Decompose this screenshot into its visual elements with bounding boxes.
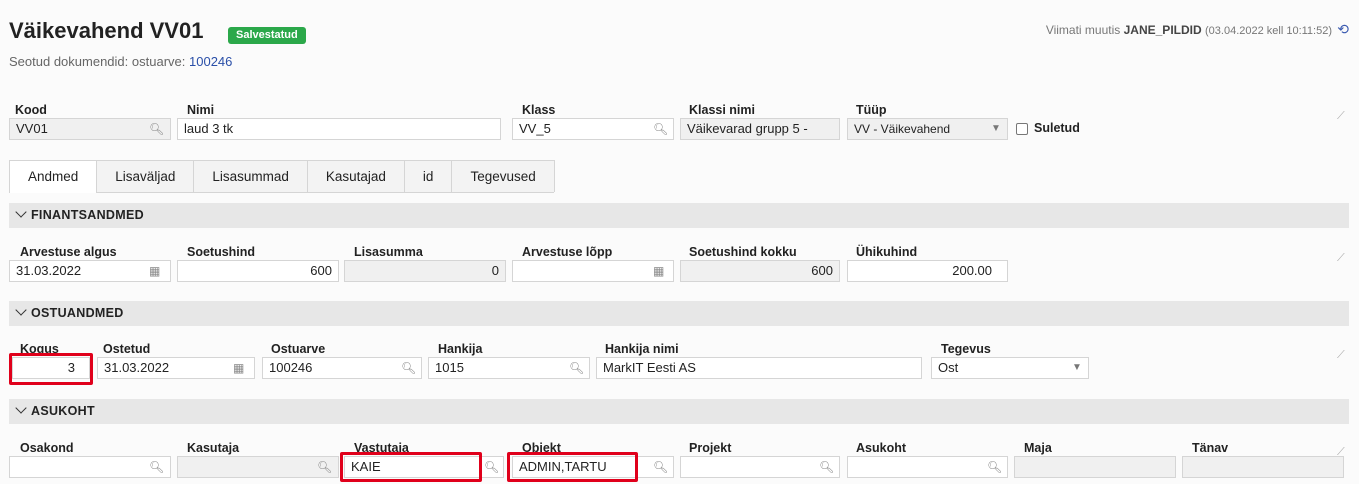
hankija-nimi-label: Hankija nimi bbox=[605, 342, 679, 356]
projekt-label: Projekt bbox=[689, 441, 732, 455]
section-ostuandmed[interactable]: OSTUANDMED bbox=[9, 301, 1349, 326]
maja-label: Maja bbox=[1024, 441, 1052, 455]
modified-prefix: Viimati muutis bbox=[1045, 23, 1121, 37]
klass-field[interactable]: VV_5 bbox=[512, 118, 674, 140]
tanav-field bbox=[1182, 456, 1344, 478]
modified-time: (03.04.2022 kell 10:11:52) bbox=[1205, 25, 1332, 37]
tab-lisavaljad[interactable]: Lisaväljad bbox=[96, 160, 195, 192]
hankija-nimi-field[interactable]: MarkIT Eesti AS bbox=[596, 357, 922, 379]
tab-id[interactable]: id bbox=[403, 160, 453, 192]
history-icon[interactable]: ⟲ bbox=[1337, 21, 1349, 38]
section-finantsandmed[interactable]: FINANTSANDMED bbox=[9, 203, 1349, 228]
kood-field[interactable]: VV01 bbox=[9, 118, 171, 140]
suletud-label: Suletud bbox=[1034, 121, 1080, 135]
objekt-highlight bbox=[507, 452, 638, 482]
hankija-label: Hankija bbox=[438, 342, 483, 356]
asukoht-field[interactable] bbox=[847, 456, 1008, 478]
calendar-icon[interactable]: ▦ bbox=[149, 261, 160, 281]
klass-label: Klass bbox=[522, 103, 556, 117]
ostetud-label: Ostetud bbox=[103, 342, 151, 356]
soetushind-kokku-label: Soetushind kokku bbox=[689, 245, 797, 259]
maja-field bbox=[1014, 456, 1176, 478]
asukoht-label: Asukoht bbox=[856, 441, 906, 455]
suletud-checkbox[interactable] bbox=[1016, 123, 1028, 135]
nimi-label: Nimi bbox=[187, 103, 215, 117]
status-badge: Salvestatud bbox=[228, 27, 306, 44]
tanav-label: Tänav bbox=[1192, 441, 1229, 455]
section-asukoht[interactable]: ASUKOHT bbox=[9, 399, 1349, 424]
linked-documents: Seotud dokumendid: ostuarve: 100246 bbox=[9, 54, 232, 69]
chevron-down-icon bbox=[15, 402, 27, 414]
dropdown-arrow-icon: ▼ bbox=[991, 123, 1001, 134]
tegevus-label: Tegevus bbox=[941, 342, 991, 356]
nimi-field[interactable]: laud 3 tk bbox=[177, 118, 501, 140]
tab-andmed[interactable]: Andmed bbox=[9, 160, 98, 193]
tab-bar: Andmed Lisaväljad Lisasummad Kasutajad i… bbox=[9, 160, 555, 193]
pin-icon[interactable]: ⟋ bbox=[1337, 110, 1345, 123]
vastutaja-highlight bbox=[340, 452, 482, 482]
ostetud-field[interactable]: 31.03.2022 bbox=[97, 357, 255, 379]
search-icon[interactable]: 🔍︎ bbox=[819, 457, 834, 477]
linked-invoice-link[interactable]: 100246 bbox=[189, 54, 232, 69]
pin-icon[interactable]: ⟋ bbox=[1337, 252, 1345, 265]
last-modified: Viimati muutis JANE_PILDID (03.04.2022 k… bbox=[1046, 23, 1332, 37]
tyyp-select[interactable]: VV - Väikevahend bbox=[847, 118, 1008, 140]
kood-label: Kood bbox=[15, 103, 47, 117]
chevron-down-icon bbox=[15, 304, 27, 316]
search-icon[interactable]: 🔍︎ bbox=[653, 457, 668, 477]
tab-lisasummad[interactable]: Lisasummad bbox=[193, 160, 308, 192]
calendar-icon[interactable]: ▦ bbox=[653, 261, 664, 281]
search-icon[interactable]: 🔍︎ bbox=[317, 457, 332, 477]
tyyp-label: Tüüp bbox=[856, 103, 887, 117]
chevron-down-icon bbox=[15, 206, 27, 218]
uhikuhind-field[interactable]: 200.00 bbox=[847, 260, 1008, 282]
arvestuse-algus-label: Arvestuse algus bbox=[20, 245, 117, 259]
tab-kasutajad[interactable]: Kasutajad bbox=[306, 160, 405, 192]
ostuarve-field[interactable]: 100246 bbox=[262, 357, 422, 379]
linked-label: Seotud dokumendid: bbox=[9, 54, 129, 69]
calendar-icon[interactable]: ▦ bbox=[233, 358, 244, 378]
search-icon[interactable]: 🔍︎ bbox=[987, 457, 1002, 477]
search-icon[interactable]: 🔍︎ bbox=[653, 119, 668, 139]
arvestuse-lopp-label: Arvestuse lõpp bbox=[522, 245, 613, 259]
klassi-nimi-label: Klassi nimi bbox=[689, 103, 755, 117]
tegevus-select[interactable]: Ost bbox=[931, 357, 1089, 379]
modified-user: JANE_PILDID bbox=[1123, 23, 1202, 37]
arvestuse-lopp-field[interactable] bbox=[512, 260, 674, 282]
search-icon[interactable]: 🔍︎ bbox=[569, 358, 584, 378]
soetushind-kokku-field: 600 bbox=[680, 260, 840, 282]
kasutaja-label: Kasutaja bbox=[187, 441, 240, 455]
uhikuhind-label: Ühikuhind bbox=[856, 245, 918, 259]
section-title: FINANTSANDMED bbox=[31, 208, 144, 222]
kasutaja-field[interactable] bbox=[177, 456, 339, 478]
search-icon[interactable]: 🔍︎ bbox=[484, 457, 499, 477]
hankija-field[interactable]: 1015 bbox=[428, 357, 590, 379]
klassi-nimi-field: Väikevarad grupp 5 - bbox=[680, 118, 840, 140]
kogus-highlight bbox=[9, 353, 93, 385]
dropdown-arrow-icon: ▼ bbox=[1072, 362, 1082, 373]
asset-form: Väikevahend VV01 Salvestatud Seotud doku… bbox=[0, 0, 1359, 484]
osakond-label: Osakond bbox=[20, 441, 74, 455]
ostuarve-label: Ostuarve bbox=[271, 342, 326, 356]
pin-icon[interactable]: ⟋ bbox=[1337, 349, 1345, 362]
projekt-field[interactable] bbox=[680, 456, 840, 478]
search-icon[interactable]: 🔍︎ bbox=[149, 119, 164, 139]
linked-type: ostuarve: bbox=[131, 54, 186, 69]
lisasumma-field: 0 bbox=[344, 260, 506, 282]
arvestuse-algus-field[interactable]: 31.03.2022 bbox=[9, 260, 171, 282]
soetushind-label: Soetushind bbox=[187, 245, 256, 259]
pin-icon[interactable]: ⟋ bbox=[1337, 446, 1345, 459]
osakond-field[interactable] bbox=[9, 456, 171, 478]
lisasumma-label: Lisasumma bbox=[354, 245, 423, 259]
search-icon[interactable]: 🔍︎ bbox=[401, 358, 416, 378]
section-title: OSTUANDMED bbox=[31, 306, 124, 320]
soetushind-field[interactable]: 600 bbox=[177, 260, 339, 282]
search-icon[interactable]: 🔍︎ bbox=[149, 457, 164, 477]
section-title: ASUKOHT bbox=[31, 404, 95, 418]
tab-tegevused[interactable]: Tegevused bbox=[451, 160, 555, 192]
page-title: Väikevahend VV01 bbox=[9, 18, 204, 43]
